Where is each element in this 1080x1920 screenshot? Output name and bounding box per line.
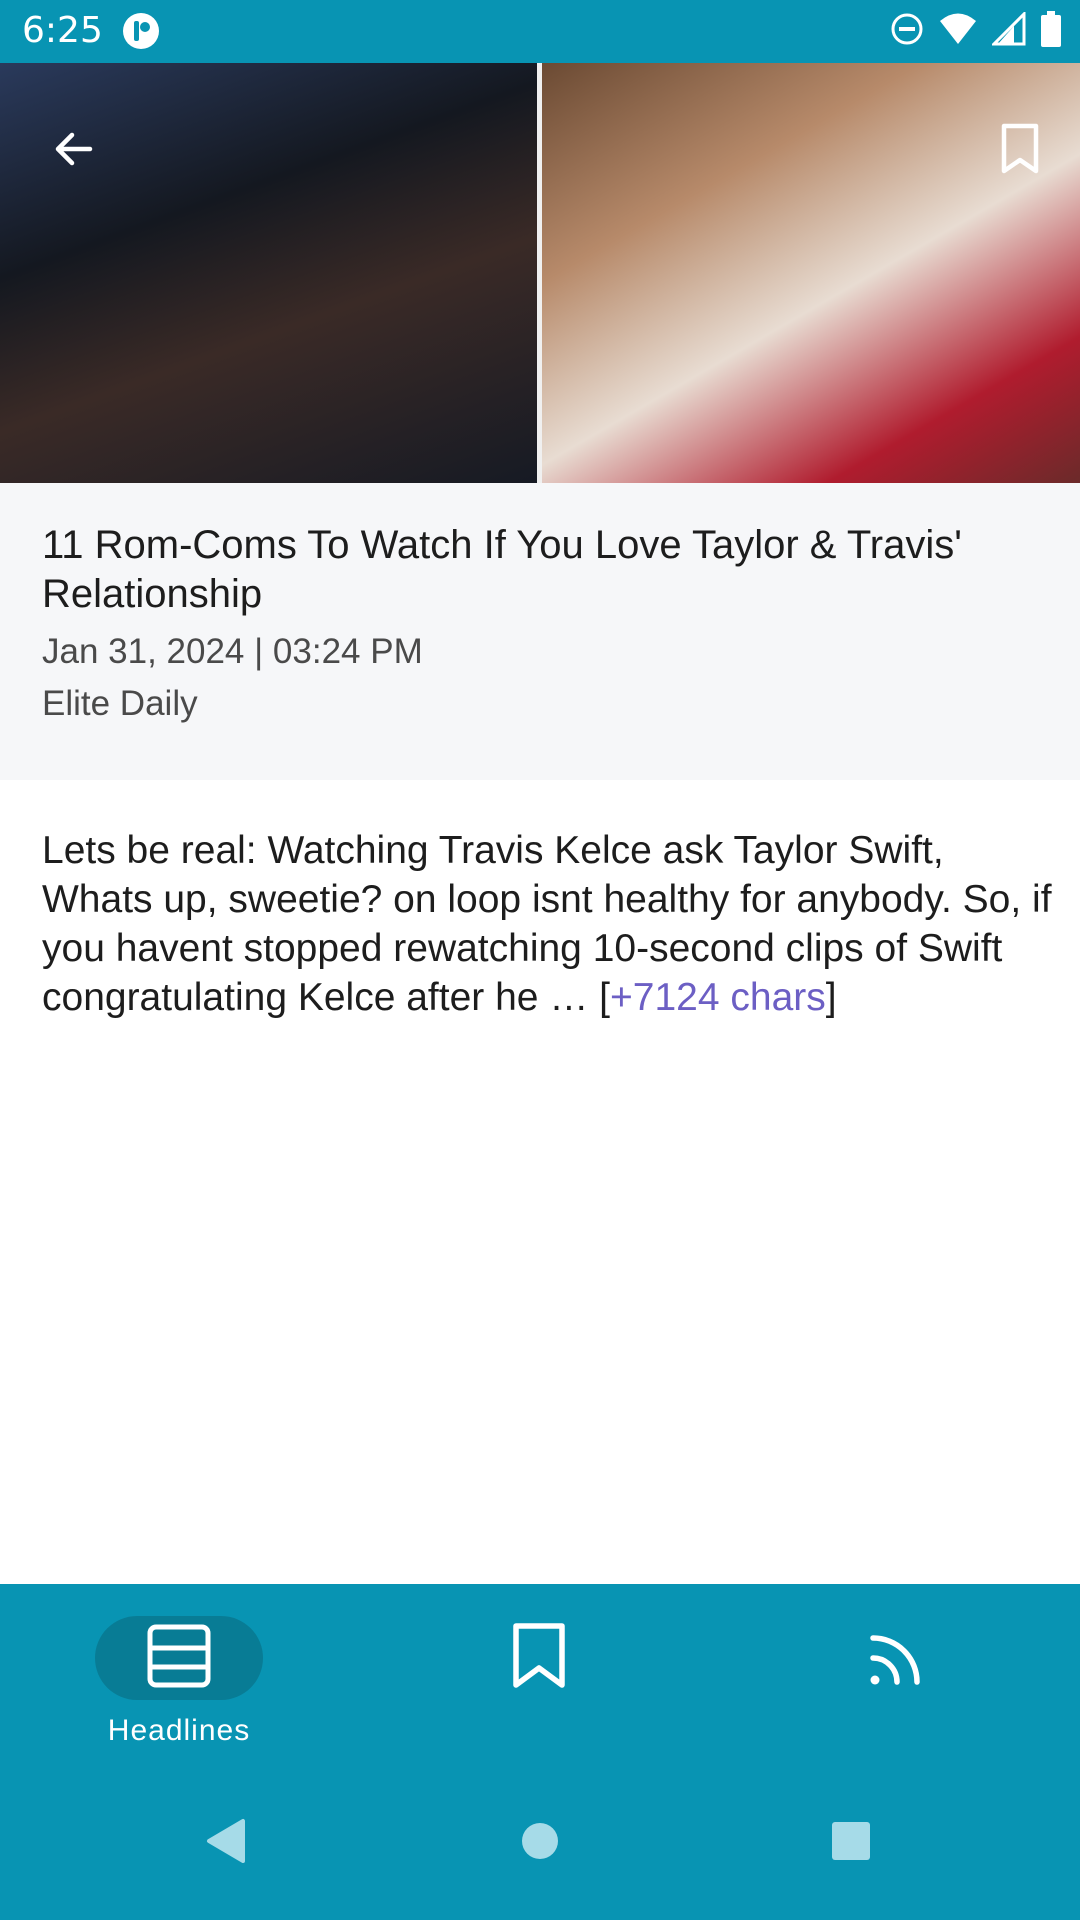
nav-icon-container [815,1616,983,1700]
headlines-icon [146,1623,212,1694]
more-bracket-open: [ [599,976,611,1019]
article-header: 11 Rom-Coms To Watch If You Love Taylor … [0,483,1080,780]
wifi-icon [938,12,978,51]
nav-icon-container [455,1616,623,1700]
status-icons [890,9,1062,52]
article-body: Lets be real: Watching Travis Kelce ask … [42,826,1052,1022]
system-navigation-bar [0,1770,1080,1920]
nav-label-headlines: Headlines [107,1714,251,1747]
system-home-button[interactable] [505,1808,575,1878]
article-body-text: Lets be real: Watching Travis Kelce ask … [42,829,1052,1019]
nav-selected-indicator [95,1616,263,1700]
more-bracket-close: ] [825,976,837,1019]
battery-icon [1040,10,1062,52]
status-bar: 6:25 [0,0,1080,63]
nav-item-saved[interactable] [450,1584,628,1770]
read-more-link[interactable]: +7124 chars [610,976,826,1019]
circle-home-icon [520,1821,560,1866]
do-not-disturb-icon [890,12,924,51]
square-recents-icon [830,1820,872,1867]
back-button[interactable] [42,119,106,183]
nav-item-headlines[interactable]: Headlines [90,1584,268,1770]
arrow-left-icon [50,125,98,178]
article-title: 11 Rom-Coms To Watch If You Love Taylor … [42,523,962,616]
rss-feed-icon [867,1624,931,1693]
bottom-navigation: Headlines [0,1584,1080,1770]
article-date: Jan 31, 2024 | 03:24 PM [42,632,423,671]
app-root: 6:25 11 Rom-Coms To Watch If You Love Ta… [0,0,1080,1920]
triangle-back-icon [203,1817,247,1870]
bookmark-icon [511,1622,567,1695]
article-hero-image [0,63,1080,483]
bookmark-article-button[interactable] [988,119,1052,183]
bookmark-outline-icon [1000,123,1040,180]
status-time: 6:25 [22,10,103,51]
system-back-button[interactable] [190,1808,260,1878]
system-recents-button[interactable] [816,1808,886,1878]
article-source: Elite Daily [42,684,198,723]
nav-item-sources[interactable] [810,1584,988,1770]
signal-icon [990,9,1026,51]
app-notification-icon [122,12,160,50]
